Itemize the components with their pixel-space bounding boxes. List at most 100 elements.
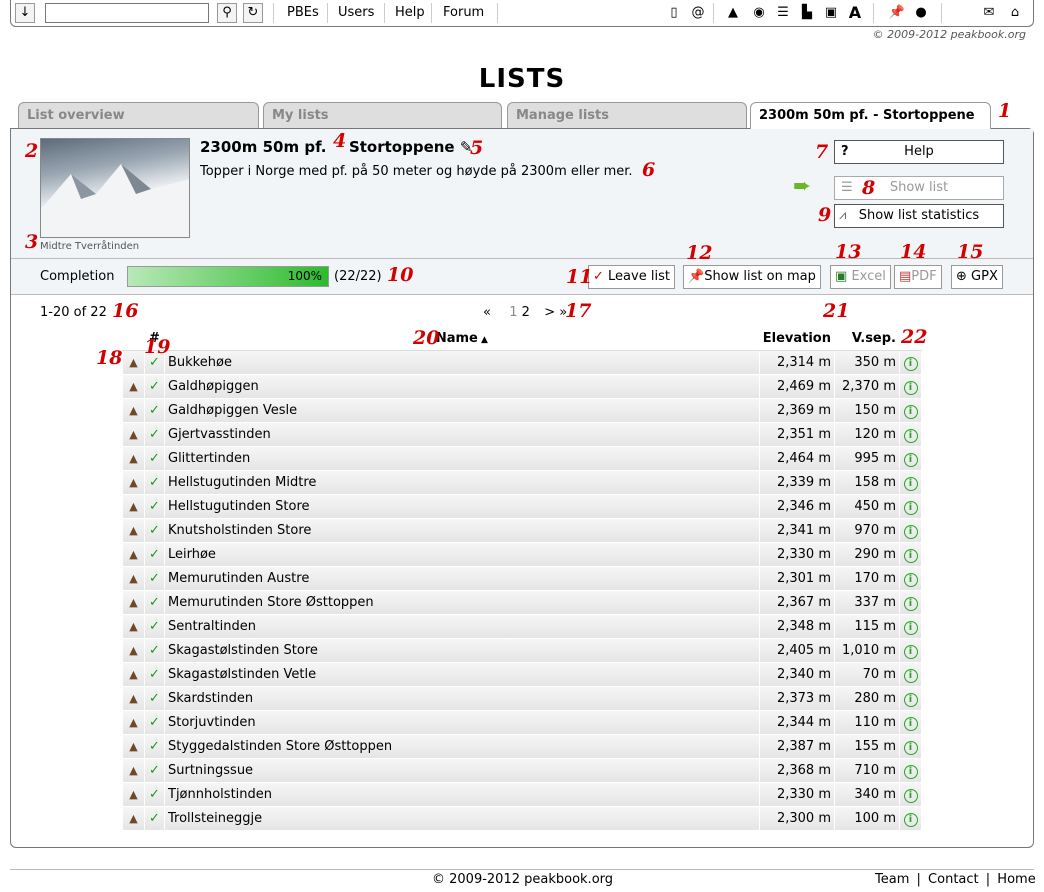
- boot-icon[interactable]: ▙: [797, 3, 817, 23]
- footer-link-home[interactable]: Home: [997, 872, 1035, 887]
- nav-link-pbes[interactable]: PBEs: [287, 5, 319, 20]
- peak-name-link[interactable]: Surtningssue: [164, 758, 760, 783]
- peak-name-link[interactable]: Galdhøpiggen: [164, 374, 760, 399]
- peak-name-link[interactable]: Skagastølstinden Store: [164, 638, 760, 663]
- phone-icon[interactable]: ▯: [664, 3, 684, 23]
- tab-list-overview[interactable]: List overview: [18, 102, 259, 128]
- first-page-link[interactable]: «: [483, 305, 491, 320]
- footer-links: Team | Contact | Home: [875, 872, 1036, 887]
- peak-name-link[interactable]: Sentraltinden: [164, 614, 760, 639]
- info-icon[interactable]: i: [899, 782, 922, 807]
- peak-name-link[interactable]: Glittertinden: [164, 446, 760, 471]
- info-icon[interactable]: i: [899, 590, 922, 615]
- email-at-icon[interactable]: @: [688, 3, 708, 23]
- annotation-marker: 10: [387, 264, 414, 286]
- table-row: ▲ ✓ Galdhøpiggen 2,469 m 2,370 mi: [122, 374, 922, 399]
- peak-elevation: 2,351 m: [758, 422, 836, 447]
- pdf-icon: ▤: [899, 269, 912, 284]
- peak-name-link[interactable]: Leirhøe: [164, 542, 760, 567]
- show-on-map-button[interactable]: 📌Show list on map: [683, 265, 821, 289]
- refresh-icon[interactable]: ↻: [243, 3, 263, 23]
- info-icon[interactable]: i: [899, 614, 922, 639]
- peak-name-link[interactable]: Memurutinden Store Østtoppen: [164, 590, 760, 615]
- home-icon[interactable]: ⌂: [1005, 3, 1025, 23]
- info-icon[interactable]: i: [899, 422, 922, 447]
- list-icon[interactable]: ☰: [773, 3, 793, 23]
- peak-name-link[interactable]: Styggedalstinden Store Østtoppen: [164, 734, 760, 759]
- footer-link-team[interactable]: Team: [875, 872, 909, 887]
- peak-name-link[interactable]: Knutsholstinden Store: [164, 518, 760, 543]
- info-icon[interactable]: i: [899, 350, 922, 375]
- nav-link-users[interactable]: Users: [338, 5, 374, 20]
- climbed-check-icon: ✓: [144, 446, 165, 471]
- peak-name-link[interactable]: Storjuvtinden: [164, 710, 760, 735]
- info-icon[interactable]: i: [899, 398, 922, 423]
- mountain-icon[interactable]: ▲: [723, 3, 743, 23]
- search-icon[interactable]: ⚲: [217, 3, 237, 23]
- gpx-button[interactable]: ⊕ GPX: [951, 265, 1003, 289]
- info-icon[interactable]: i: [899, 734, 922, 759]
- pin-icon[interactable]: 📌: [887, 3, 907, 23]
- footer-link-contact[interactable]: Contact: [928, 872, 979, 887]
- footer-sep: |: [985, 872, 991, 887]
- col-vsep-header[interactable]: V.sep.: [834, 326, 900, 351]
- tab-current-list[interactable]: 2300m 50m pf. - Stortoppene: [750, 102, 991, 129]
- article-a-icon[interactable]: A: [845, 3, 865, 23]
- nav-link-forum[interactable]: Forum: [443, 5, 484, 20]
- peak-name-link[interactable]: Hellstugutinden Midtre: [164, 470, 760, 495]
- globe-icon[interactable]: ◉: [749, 3, 769, 23]
- info-icon[interactable]: i: [899, 686, 922, 711]
- info-icon[interactable]: i: [899, 518, 922, 543]
- next-page-link[interactable]: >: [544, 305, 555, 320]
- peak-name-link[interactable]: Tjønnholstinden: [164, 782, 760, 807]
- col-elevation-header[interactable]: Elevation: [758, 326, 836, 351]
- peak-elevation: 2,373 m: [758, 686, 836, 711]
- peak-name-link[interactable]: Trollsteineggje: [164, 806, 760, 831]
- info-icon[interactable]: i: [899, 542, 922, 567]
- peak-name-link[interactable]: Memurutinden Austre: [164, 566, 760, 591]
- tab-manage-lists[interactable]: Manage lists: [507, 102, 747, 128]
- info-icon[interactable]: i: [899, 446, 922, 471]
- peak-name-link[interactable]: Hellstugutinden Store: [164, 494, 760, 519]
- list-title-part1: 2300m 50m pf.: [200, 138, 327, 156]
- info-icon[interactable]: i: [899, 758, 922, 783]
- peak-name-link[interactable]: Galdhøpiggen Vesle: [164, 398, 760, 423]
- show-list-button[interactable]: ☰ Show list: [834, 176, 1004, 200]
- annotation-marker: 13: [835, 241, 862, 263]
- peak-name-link[interactable]: Gjertvasstinden: [164, 422, 760, 447]
- info-icon[interactable]: i: [899, 374, 922, 399]
- climbed-check-icon: ✓: [144, 782, 165, 807]
- download-arrow-icon[interactable]: ↓: [15, 3, 35, 23]
- peak-name-link[interactable]: Skardstinden: [164, 686, 760, 711]
- mountain-icon: ▲: [122, 398, 145, 423]
- page-2-link[interactable]: 2: [522, 305, 530, 320]
- peak-name-link[interactable]: Bukkehøe: [164, 350, 760, 375]
- info-icon[interactable]: i: [899, 566, 922, 591]
- show-on-map-label: Show list on map: [704, 269, 816, 284]
- info-icon[interactable]: i: [899, 806, 922, 831]
- info-icon[interactable]: i: [899, 470, 922, 495]
- excel-button[interactable]: ▣ Excel: [830, 265, 891, 289]
- info-icon[interactable]: i: [899, 710, 922, 735]
- col-name-header[interactable]: Name ▲: [164, 326, 760, 351]
- pdf-button[interactable]: ▤PDF: [894, 265, 942, 289]
- help-button[interactable]: ? Help: [834, 140, 1004, 164]
- climbed-check-icon: ✓: [144, 614, 165, 639]
- mail-icon[interactable]: ✉: [979, 3, 999, 23]
- show-stats-button[interactable]: ⩘ Show list statistics: [834, 204, 1004, 228]
- peak-name-link[interactable]: Skagastølstinden Vetle: [164, 662, 760, 687]
- info-icon[interactable]: i: [899, 638, 922, 663]
- nav-link-help[interactable]: Help: [395, 5, 425, 20]
- info-icon[interactable]: i: [899, 494, 922, 519]
- info-icon[interactable]: i: [899, 662, 922, 687]
- annotation-marker: 2: [25, 140, 39, 162]
- peak-elevation: 2,369 m: [758, 398, 836, 423]
- leave-list-button[interactable]: ✓ Leave list: [588, 265, 675, 289]
- tab-my-lists[interactable]: My lists: [263, 102, 502, 128]
- list-photo[interactable]: [40, 138, 190, 238]
- search-input[interactable]: [45, 3, 209, 23]
- world-icon[interactable]: ●: [911, 3, 931, 23]
- photo-icon[interactable]: ▣: [821, 3, 841, 23]
- climbed-check-icon: ✓: [144, 662, 165, 687]
- photo-caption: Midtre Tverråtinden: [40, 241, 140, 252]
